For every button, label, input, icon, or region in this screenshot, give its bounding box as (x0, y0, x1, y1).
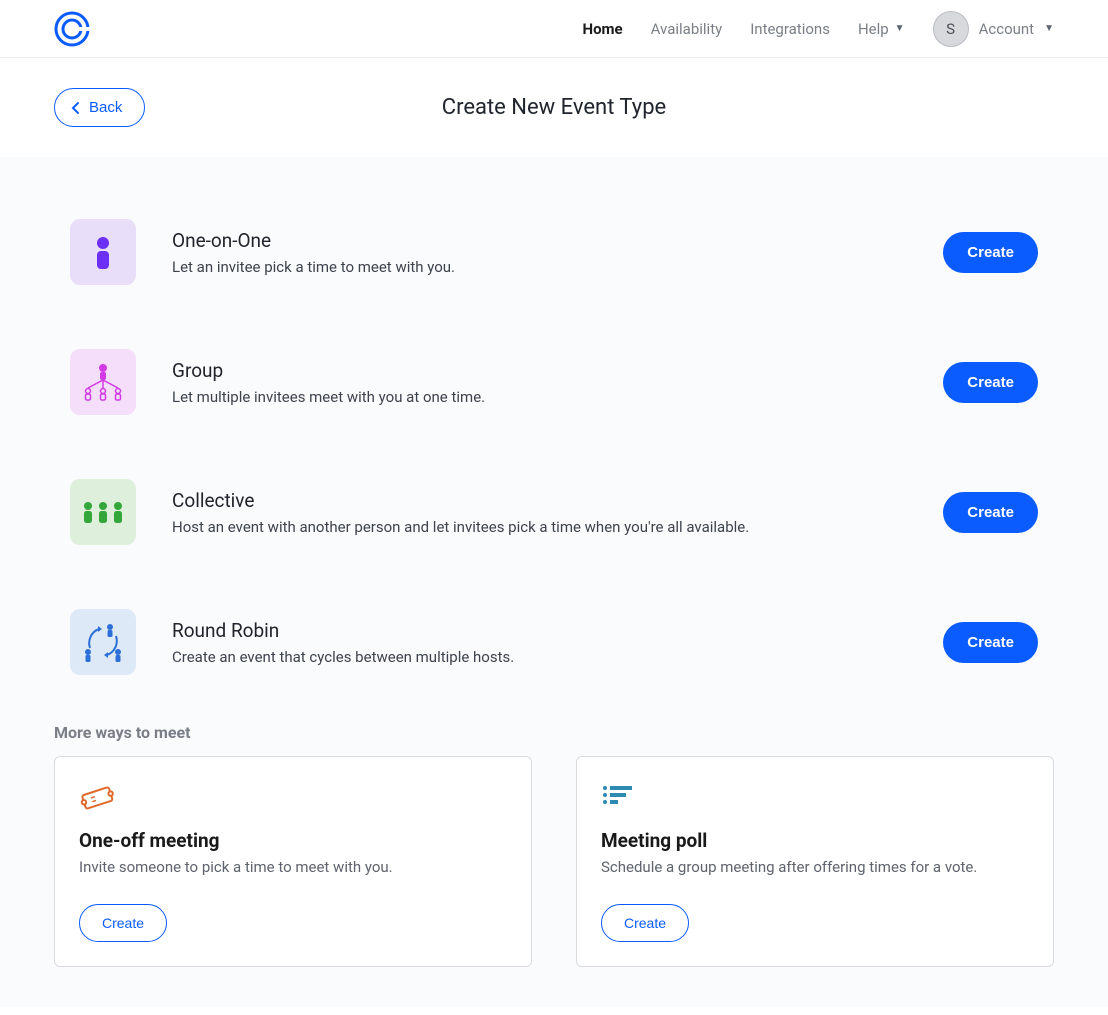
nav-integrations[interactable]: Integrations (750, 20, 830, 38)
event-type-one-on-one: One-on-One Let an invitee pick a time to… (54, 187, 1054, 317)
ticket-icon (79, 783, 507, 815)
calendly-logo[interactable] (54, 11, 90, 47)
back-button[interactable]: Back (54, 88, 145, 127)
topbar: Home Availability Integrations Help ▼ S … (0, 0, 1108, 58)
card-one-off-meeting: One-off meeting Invite someone to pick a… (54, 756, 532, 967)
event-title: Collective (172, 489, 907, 512)
content: One-on-One Let an invitee pick a time to… (0, 157, 1108, 1007)
event-type-round-robin: Round Robin Create an event that cycles … (54, 577, 1054, 707)
card-desc: Schedule a group meeting after offering … (601, 858, 1029, 876)
event-type-collective: Collective Host an event with another pe… (54, 447, 1054, 577)
group-icon (70, 349, 136, 415)
event-desc: Create an event that cycles between mult… (172, 648, 907, 666)
back-button-label: Back (89, 99, 122, 116)
create-poll-button[interactable]: Create (601, 904, 689, 942)
more-cards: One-off meeting Invite someone to pick a… (54, 756, 1054, 967)
main-nav: Home Availability Integrations Help ▼ S … (582, 11, 1054, 47)
create-one-on-one-button[interactable]: Create (943, 232, 1038, 273)
card-meeting-poll: Meeting poll Schedule a group meeting af… (576, 756, 1054, 967)
nav-help[interactable]: Help ▼ (858, 20, 905, 38)
event-type-group: Group Let multiple invitees meet with yo… (54, 317, 1054, 447)
create-round-robin-button[interactable]: Create (943, 622, 1038, 663)
nav-account[interactable]: S Account ▼ (933, 11, 1054, 47)
event-desc: Host an event with another person and le… (172, 518, 907, 536)
person-icon (70, 219, 136, 285)
create-group-button[interactable]: Create (943, 362, 1038, 403)
round-robin-icon (70, 609, 136, 675)
page-title: Create New Event Type (442, 95, 666, 120)
card-title: Meeting poll (601, 829, 1029, 852)
create-one-off-button[interactable]: Create (79, 904, 167, 942)
card-title: One-off meeting (79, 829, 507, 852)
more-ways-heading: More ways to meet (54, 723, 1054, 742)
event-desc: Let an invitee pick a time to meet with … (172, 258, 907, 276)
event-title: Group (172, 359, 907, 382)
nav-account-label: Account (979, 20, 1035, 38)
event-desc: Let multiple invitees meet with you at o… (172, 388, 907, 406)
collective-icon (70, 479, 136, 545)
card-desc: Invite someone to pick a time to meet wi… (79, 858, 507, 876)
create-collective-button[interactable]: Create (943, 492, 1038, 533)
event-title: One-on-One (172, 229, 907, 252)
title-row: Back Create New Event Type (0, 58, 1108, 157)
chevron-down-icon: ▼ (895, 23, 905, 34)
nav-availability[interactable]: Availability (651, 20, 723, 38)
chevron-down-icon: ▼ (1044, 23, 1054, 34)
event-title: Round Robin (172, 619, 907, 642)
chevron-left-icon (69, 101, 83, 115)
nav-help-label: Help (858, 20, 889, 38)
poll-icon (601, 783, 1029, 815)
nav-home[interactable]: Home (582, 20, 622, 38)
avatar: S (933, 11, 969, 47)
